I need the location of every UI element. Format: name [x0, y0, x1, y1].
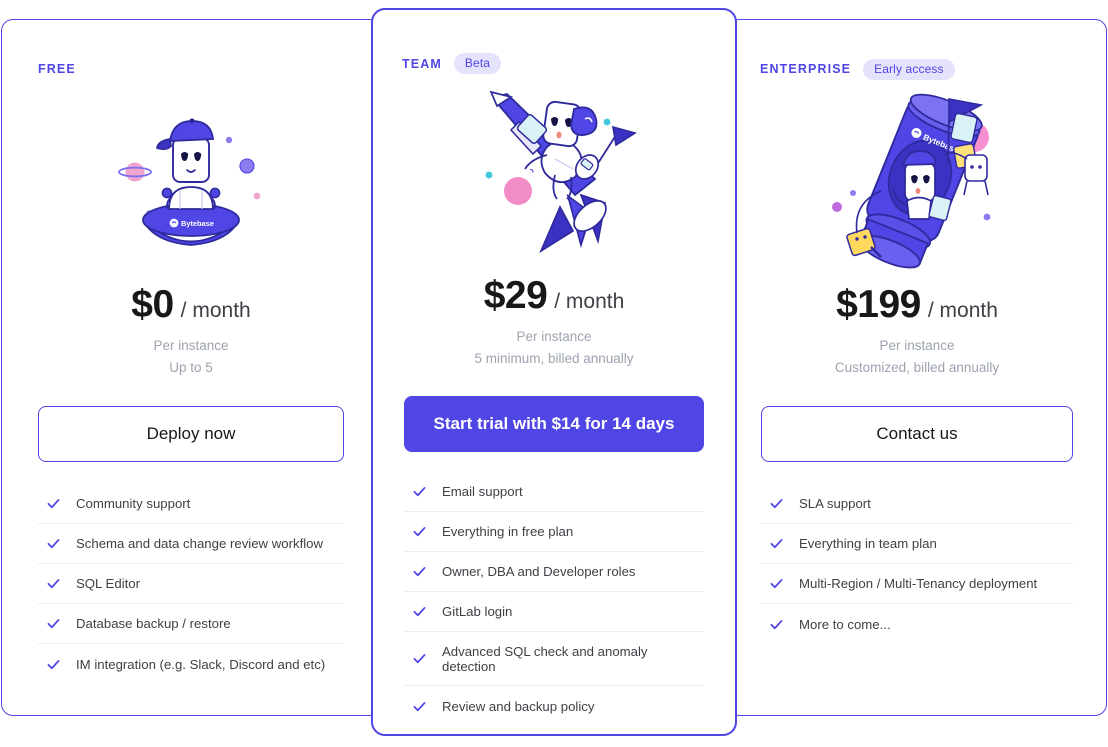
list-item: Email support — [404, 472, 704, 512]
list-item: Review and backup policy — [404, 686, 704, 726]
check-icon — [47, 499, 60, 509]
price-amount-enterprise: $199 — [836, 283, 921, 326]
feature-label: Schema and data change review workflow — [76, 536, 324, 552]
feature-label: Owner, DBA and Developer roles — [442, 564, 636, 580]
plan-header-enterprise: ENTERPRISE Early access — [728, 20, 1106, 80]
feature-label: Advanced SQL check and anomaly detection — [442, 643, 648, 674]
price-block-free: $0 / month Per instance Up to 5 — [2, 283, 380, 380]
feature-label: Everything in free plan — [442, 524, 574, 540]
price-line-free: $0 / month — [2, 283, 380, 327]
check-icon — [47, 619, 60, 629]
list-item: SLA support — [761, 484, 1073, 524]
feature-label: SLA support — [799, 496, 871, 512]
feature-label: GitLab login — [442, 604, 513, 620]
cta-wrap-enterprise: Contact us — [728, 405, 1106, 462]
list-item: Database backup / restore — [38, 604, 344, 644]
list-item: Everything in free plan — [404, 512, 704, 552]
cta-wrap-team: Start trial with $14 for 14 days — [373, 395, 735, 452]
list-item: Advanced SQL check and anomaly detection — [404, 632, 704, 686]
list-item: Owner, DBA and Developer roles — [404, 552, 704, 592]
list-item: Everything in team plan — [761, 524, 1073, 564]
contact-us-button[interactable]: Contact us — [761, 405, 1073, 462]
price-period-team: / month — [554, 290, 625, 313]
feature-label: Review and backup policy — [442, 698, 595, 714]
plan-header-free: FREE — [2, 20, 380, 80]
price-note-2-enterprise: Customized, billed annually — [834, 360, 1000, 376]
feature-list-team: Email support Everything in free plan Ow… — [373, 472, 735, 726]
pricing-card-free: FREE Bytebase $0 / month Per instance Up… — [1, 19, 381, 716]
price-note-team: Per instance 5 minimum, billed annually — [373, 326, 735, 371]
check-icon — [770, 539, 783, 549]
list-item: GitLab login — [404, 592, 704, 632]
price-note-2-team: 5 minimum, billed annually — [474, 351, 634, 367]
list-item: Community support — [38, 484, 344, 524]
feature-list-enterprise: SLA support Everything in team plan Mult… — [728, 484, 1106, 644]
check-icon — [413, 527, 426, 537]
price-note-1-enterprise: Per instance — [879, 338, 955, 353]
price-note-enterprise: Per instance Customized, billed annually — [728, 335, 1106, 380]
cta-wrap-free: Deploy now — [2, 405, 380, 462]
feature-label: Community support — [76, 496, 191, 512]
plan-badge-beta: Beta — [453, 53, 502, 74]
ufo-mascot-illustration: Bytebase — [2, 82, 380, 277]
list-item: More to come... — [761, 604, 1073, 644]
rocket-mascot-illustration: Bytebase — [373, 70, 735, 270]
start-trial-button[interactable]: Start trial with $14 for 14 days — [404, 395, 704, 452]
check-icon — [47, 539, 60, 549]
list-item: Schema and data change review workflow — [38, 524, 344, 564]
check-icon — [413, 654, 426, 664]
deploy-now-button[interactable]: Deploy now — [38, 405, 344, 462]
plan-badge-early-access: Early access — [863, 58, 955, 80]
svg-text:Bytebase: Bytebase — [181, 219, 214, 228]
price-period-free: / month — [180, 299, 251, 322]
pricing-card-team: TEAM Beta Bytebase $29 / month Per insta… — [371, 8, 737, 736]
check-icon — [413, 607, 426, 617]
check-icon — [413, 567, 426, 577]
feature-label: IM integration (e.g. Slack, Discord and … — [76, 656, 326, 672]
list-item: Multi-Region / Multi-Tenancy deployment — [761, 564, 1073, 604]
feature-label: SQL Editor — [76, 576, 141, 592]
price-note-1-free: Per instance — [153, 338, 229, 353]
list-item: SQL Editor — [38, 564, 344, 604]
price-note-1-team: Per instance — [516, 329, 592, 344]
feature-list-free: Community support Schema and data change… — [2, 484, 380, 684]
price-block-team: $29 / month Per instance 5 minimum, bill… — [373, 274, 735, 371]
price-amount-free: $0 — [131, 283, 174, 326]
check-icon — [413, 487, 426, 497]
price-note-free: Per instance Up to 5 — [2, 335, 380, 380]
price-line-enterprise: $199 / month — [728, 283, 1106, 327]
feature-label: Email support — [442, 484, 523, 500]
price-line-team: $29 / month — [373, 274, 735, 318]
plan-name-enterprise: ENTERPRISE — [760, 62, 852, 76]
price-note-2-free: Up to 5 — [169, 360, 213, 376]
feature-label: More to come... — [799, 616, 891, 632]
check-icon — [47, 659, 60, 669]
feature-label: Everything in team plan — [799, 536, 937, 552]
check-icon — [413, 701, 426, 711]
plan-name-team: TEAM — [402, 56, 442, 71]
price-period-enterprise: / month — [927, 299, 998, 322]
check-icon — [770, 579, 783, 589]
check-icon — [770, 619, 783, 629]
check-icon — [47, 579, 60, 589]
space-station-mascot-illustration: Bytebase — [728, 82, 1106, 277]
plan-name-free: FREE — [38, 62, 76, 76]
price-amount-team: $29 — [483, 274, 548, 317]
pricing-card-enterprise: ENTERPRISE Early access Bytebase $199 / … — [727, 19, 1107, 716]
feature-label: Multi-Region / Multi-Tenancy deployment — [799, 576, 1038, 592]
check-icon — [770, 499, 783, 509]
price-block-enterprise: $199 / month Per instance Customized, bi… — [728, 283, 1106, 380]
feature-label: Database backup / restore — [76, 616, 231, 632]
plan-header-team: TEAM Beta — [373, 10, 735, 74]
pricing-plans-container: FREE Bytebase $0 / month Per instance Up… — [0, 0, 1108, 747]
list-item: IM integration (e.g. Slack, Discord and … — [38, 644, 344, 684]
